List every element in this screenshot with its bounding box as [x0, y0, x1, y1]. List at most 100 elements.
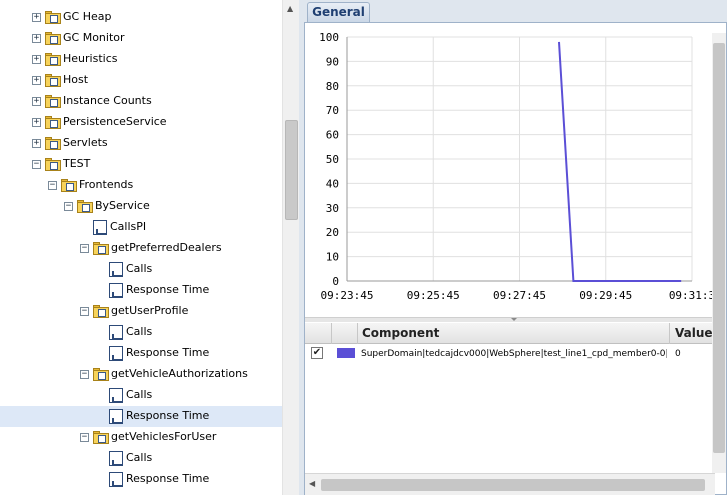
header-check-col	[305, 323, 332, 344]
tree-node[interactable]: + Servlets	[0, 133, 282, 154]
tree-node[interactable]: + Heuristics	[0, 49, 282, 70]
metric-icon	[109, 262, 123, 277]
tree-node-label: Frontends	[79, 178, 134, 191]
folder-icon	[45, 137, 61, 150]
tree-scrollbar[interactable]: ▲	[282, 0, 299, 495]
collapse-icon[interactable]: −	[80, 244, 89, 253]
tree-node[interactable]: Response Time	[0, 406, 282, 427]
tree-node-label: CallsPI	[110, 220, 147, 233]
tree-node-label: Response Time	[126, 472, 210, 485]
tree-node[interactable]: CallsPI	[0, 217, 282, 238]
metric-tree: + GC Heap + GC Monitor + Heuristics + Host + Inst…	[0, 0, 282, 495]
metric-icon	[93, 220, 107, 235]
metric-icon	[109, 388, 123, 403]
y-tick-label: 50	[326, 153, 339, 166]
tree-node[interactable]: Response Time	[0, 343, 282, 364]
expand-icon[interactable]: +	[32, 139, 41, 148]
collapse-icon[interactable]: −	[32, 160, 41, 169]
collapse-icon[interactable]: −	[80, 370, 89, 379]
folder-icon	[93, 431, 109, 444]
tab-general[interactable]: General	[307, 2, 370, 23]
tree-node-label: GC Heap	[63, 10, 112, 23]
tree-node-label: getPreferredDealers	[111, 241, 222, 254]
tree-node[interactable]: + Host	[0, 70, 282, 91]
expand-icon[interactable]: +	[32, 76, 41, 85]
splitter-handle[interactable]	[305, 317, 715, 322]
metric-icon	[109, 451, 123, 466]
chart-area: 100 90 80 70 60 50 40 30 20 10 0 09:23:45 09:25:45 09…	[305, 23, 715, 318]
expand-icon[interactable]: +	[32, 118, 41, 127]
tree-node[interactable]: + PersistenceService	[0, 112, 282, 133]
vertical-scrollbar-thumb[interactable]	[713, 43, 725, 453]
expand-icon[interactable]: +	[32, 97, 41, 106]
y-tick-label: 80	[326, 80, 339, 93]
tree-node-label: Instance Counts	[63, 94, 152, 107]
folder-icon	[45, 11, 61, 24]
tree-node[interactable]: − getPreferredDealers	[0, 238, 282, 259]
collapse-icon[interactable]: −	[80, 433, 89, 442]
x-tick-label: 09:31:3	[669, 289, 715, 302]
tree-node-label: Response Time	[126, 346, 210, 359]
tree-node[interactable]: − getUserProfile	[0, 301, 282, 322]
scroll-up-icon[interactable]: ▲	[287, 4, 293, 13]
metric-icon	[109, 346, 123, 361]
metric-icon	[109, 325, 123, 340]
expand-icon[interactable]: +	[32, 13, 41, 22]
tree-node[interactable]: − getVehicleAuthorizations	[0, 364, 282, 385]
expand-icon[interactable]: +	[32, 55, 41, 64]
tree-node[interactable]: + GC Monitor	[0, 28, 282, 49]
header-component[interactable]: Component	[358, 323, 670, 344]
tree-node-label: Calls	[126, 451, 153, 464]
value-cell: 0	[675, 349, 681, 359]
scroll-left-icon[interactable]: ◀	[309, 479, 315, 488]
grid-horizontal-scrollbar[interactable]: ◀	[305, 473, 715, 495]
header-value[interactable]: Value	[671, 323, 715, 344]
tree-node[interactable]: − Frontends	[0, 175, 282, 196]
row-checkbox[interactable]: ✔	[311, 347, 323, 359]
tree-node-label: Heuristics	[63, 52, 118, 65]
y-tick-label: 70	[326, 104, 339, 117]
folder-icon	[61, 179, 77, 192]
folder-icon	[45, 158, 61, 171]
collapse-icon[interactable]: −	[80, 307, 89, 316]
folder-icon	[93, 242, 109, 255]
y-tick-label: 0	[332, 275, 339, 288]
x-tick-label: 09:25:45	[407, 289, 460, 302]
tree-node[interactable]: + Instance Counts	[0, 91, 282, 112]
tree-node-label: Host	[63, 73, 89, 86]
folder-icon	[45, 95, 61, 108]
tree-scrollbar-thumb[interactable]	[285, 120, 298, 220]
tree-node[interactable]: Calls	[0, 448, 282, 469]
component-cell: SuperDomain|tedcajdcv000|WebSphere|test_…	[361, 349, 667, 359]
tree-node[interactable]: Response Time	[0, 280, 282, 301]
expand-icon[interactable]: +	[32, 34, 41, 43]
tree-node[interactable]: Calls	[0, 385, 282, 406]
folder-icon	[45, 116, 61, 129]
folder-icon	[45, 32, 61, 45]
horizontal-scrollbar-thumb[interactable]	[321, 479, 705, 491]
tree-node[interactable]: Calls	[0, 259, 282, 280]
tree-node-label: TEST	[63, 157, 91, 170]
tree-node[interactable]: + GC Heap	[0, 7, 282, 28]
x-tick-label: 09:27:45	[493, 289, 546, 302]
tree-node-label: Servlets	[63, 136, 108, 149]
y-tick-label: 100	[319, 31, 339, 44]
tree-node[interactable]: − TEST	[0, 154, 282, 175]
panel-vertical-scrollbar[interactable]	[712, 33, 726, 473]
x-tick-label: 09:23:45	[321, 289, 374, 302]
metric-icon	[109, 472, 123, 487]
collapse-icon[interactable]: −	[64, 202, 73, 211]
collapse-icon[interactable]: −	[48, 181, 57, 190]
tree-node[interactable]: Response Time	[0, 469, 282, 490]
tree-node-label: Response Time	[126, 409, 210, 422]
folder-icon	[45, 53, 61, 66]
table-row[interactable]: ✔ SuperDomain|tedcajdcv000|WebSphere|tes…	[305, 345, 715, 363]
tree-node[interactable]: Calls	[0, 322, 282, 343]
tree-node[interactable]: − ByService	[0, 196, 282, 217]
y-tick-label: 90	[326, 55, 339, 68]
folder-icon	[45, 74, 61, 87]
tree-node-label: Response Time	[126, 283, 210, 296]
folder-icon	[77, 200, 93, 213]
tree-node[interactable]: − getVehiclesForUser	[0, 427, 282, 448]
y-tick-label: 40	[326, 177, 339, 190]
